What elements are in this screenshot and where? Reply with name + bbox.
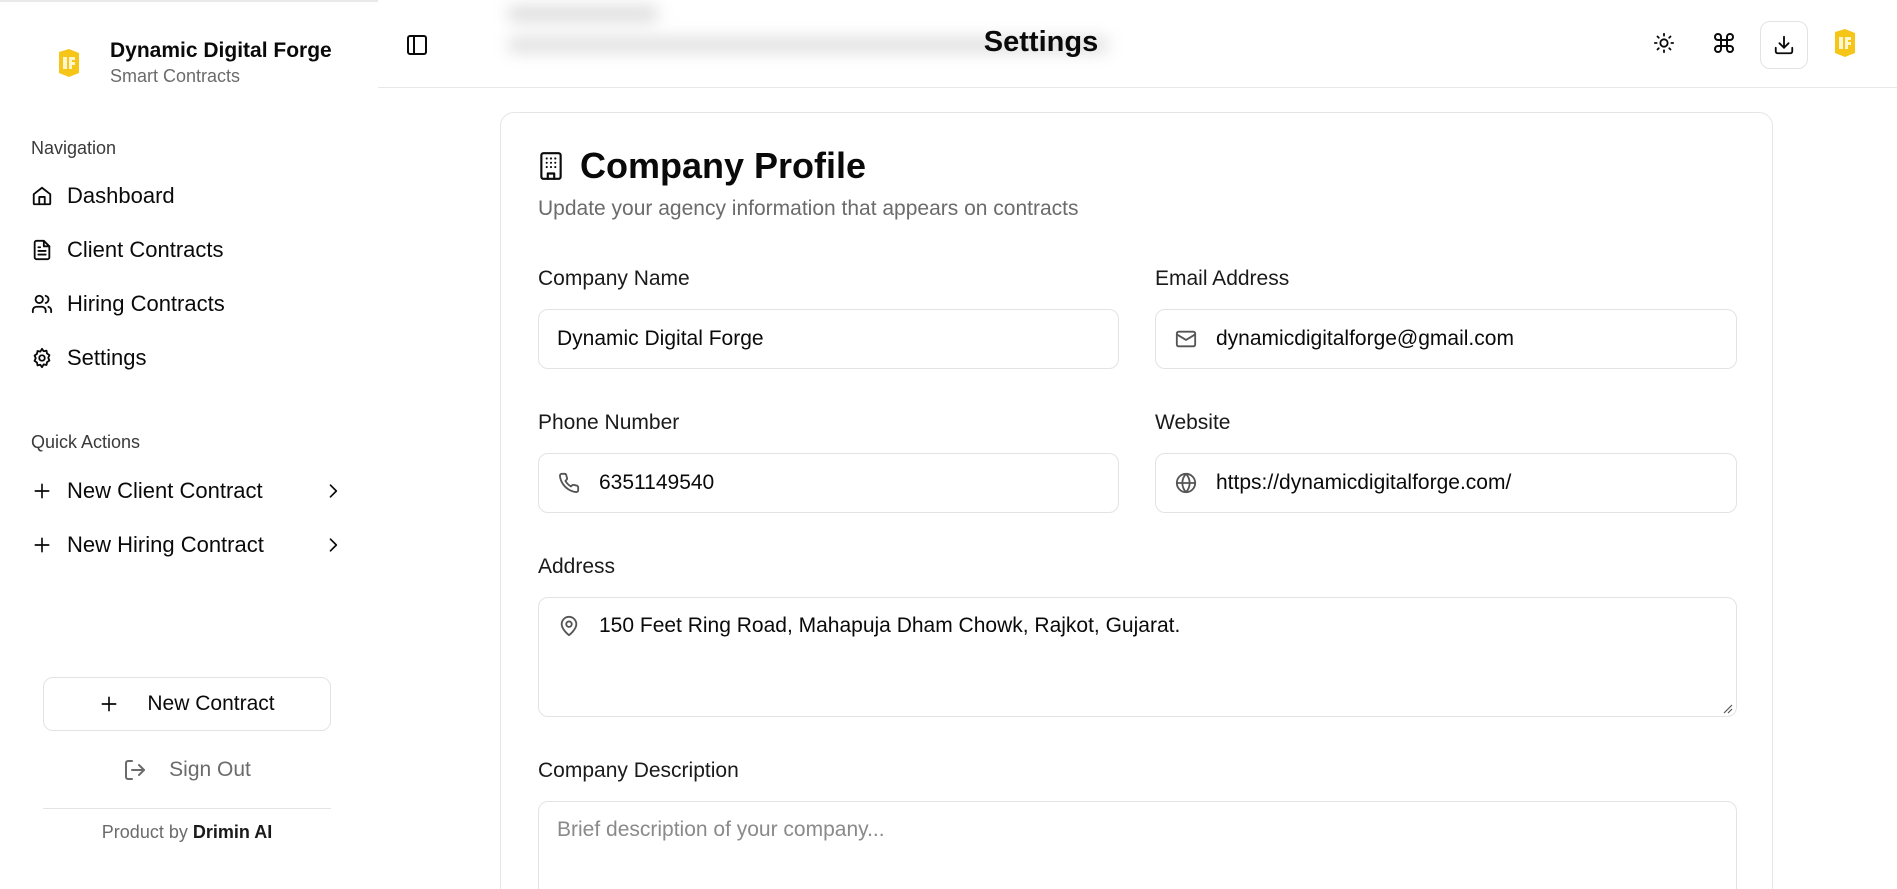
command-icon[interactable] [1707, 26, 1741, 60]
sidebar-divider [43, 808, 331, 809]
address-label: Address [538, 555, 616, 578]
download-icon [1773, 34, 1795, 56]
company-description-field[interactable]: Brief description of your company... [538, 801, 1737, 889]
sidebar-item-dashboard[interactable]: Dashboard [31, 179, 175, 213]
new-contract-button[interactable]: New Contract [43, 677, 331, 731]
brand-subtitle: Smart Contracts [110, 66, 241, 86]
sidebar-item-label: Settings [67, 345, 147, 370]
sidebar: Dynamic Digital Forge Smart Contracts Na… [0, 0, 378, 889]
logo-icon [48, 38, 88, 88]
sign-out-label: Sign Out [169, 758, 251, 781]
company-name-field[interactable]: Dynamic Digital Forge [538, 309, 1119, 369]
quick-action-label: New Hiring Contract [67, 532, 264, 557]
building-icon [538, 150, 566, 182]
users-icon [31, 293, 53, 315]
globe-icon [1174, 471, 1198, 495]
sidebar-item-settings[interactable]: Settings [31, 341, 147, 375]
address-field[interactable]: 150 Feet Ring Road, Mahapuja Dham Chowk,… [538, 597, 1737, 717]
website-field[interactable]: https://dynamicdigitalforge.com/ [1155, 453, 1737, 513]
card-title-text: Company Profile [580, 145, 867, 186]
phone-field[interactable]: 6351149540 [538, 453, 1119, 513]
sign-out-button[interactable]: Sign Out [43, 750, 331, 790]
plus-icon [31, 480, 53, 502]
product-by-name[interactable]: Drimin AI [193, 822, 272, 842]
address-value: 150 Feet Ring Road, Mahapuja Dham Chowk,… [599, 614, 1181, 637]
mail-icon [1174, 327, 1198, 351]
plus-icon [99, 694, 119, 714]
page-title: Settings [983, 26, 1099, 58]
gear-icon [31, 347, 53, 369]
card-title: Company Profile [538, 145, 866, 187]
sidebar-item-label: Hiring Contracts [67, 291, 225, 316]
quick-action-label: New Client Contract [67, 478, 263, 503]
quick-actions-label: Quick Actions [31, 432, 141, 452]
website-value: https://dynamicdigitalforge.com/ [1216, 471, 1512, 494]
website-label: Website [1155, 411, 1231, 434]
home-icon [31, 185, 53, 207]
phone-label: Phone Number [538, 411, 680, 434]
company-name-label: Company Name [538, 267, 690, 290]
brand[interactable]: Dynamic Digital Forge Smart Contracts [48, 38, 332, 88]
company-name-value: Dynamic Digital Forge [557, 327, 764, 350]
sidebar-item-label: Client Contracts [67, 237, 224, 262]
product-by-prefix: Product by [101, 822, 188, 842]
phone-value: 6351149540 [599, 471, 715, 494]
resize-handle-icon[interactable] [1721, 701, 1733, 714]
download-button[interactable] [1760, 21, 1808, 69]
card-description: Update your agency information that appe… [538, 197, 1079, 220]
company-description-placeholder: Brief description of your company... [557, 818, 885, 841]
phone-icon [557, 471, 581, 495]
navigation-label: Navigation [31, 138, 117, 158]
email-field[interactable]: dynamicdigitalforge@gmail.com [1155, 309, 1737, 369]
header: Settings [378, 0, 1897, 88]
company-description-label: Company Description [538, 759, 739, 782]
file-text-icon [31, 239, 53, 261]
company-profile-card: Company Profile Update your agency infor… [500, 112, 1773, 889]
email-value: dynamicdigitalforge@gmail.com [1216, 327, 1514, 350]
sidebar-item-label: Dashboard [67, 183, 175, 208]
sidebar-item-hiring-contracts[interactable]: Hiring Contracts [31, 287, 225, 321]
quick-action-new-hiring-contract[interactable]: New Hiring Contract [31, 528, 341, 562]
sun-icon[interactable] [1647, 26, 1681, 60]
chevron-right-icon [323, 535, 343, 555]
sidebar-item-client-contracts[interactable]: Client Contracts [31, 233, 224, 267]
map-pin-icon [557, 614, 581, 638]
new-contract-label: New Contract [147, 692, 275, 715]
email-label: Email Address [1155, 267, 1290, 290]
chevron-right-icon [323, 481, 343, 501]
product-by: Product by Drimin AI [43, 822, 331, 843]
plus-icon [31, 534, 53, 556]
log-out-icon [123, 758, 147, 782]
quick-action-new-client-contract[interactable]: New Client Contract [31, 474, 341, 508]
logo-icon[interactable] [1827, 26, 1861, 60]
brand-name: Dynamic Digital Forge [110, 39, 332, 62]
